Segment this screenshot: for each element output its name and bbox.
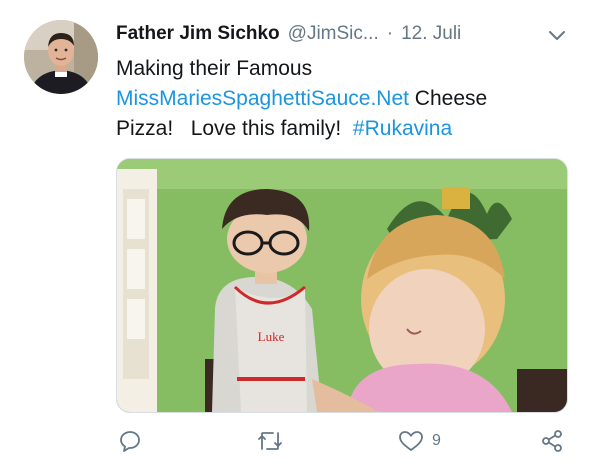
tweet-actions: 9 [116,426,568,456]
tweet-text-pizza: Pizza! Love this family! [116,117,353,140]
heart-icon [398,429,424,453]
share-button[interactable] [540,426,564,456]
tweet-header: Father Jim Sichko @JimSic... · 12. Juli [116,20,568,48]
share-icon [540,429,564,453]
tweet-text-line-2: MissMariesSpaghettiSauce.Net Cheese [116,84,568,114]
apron-label: Luke [258,329,285,344]
tweet-text-line-1: Making their Famous [116,57,313,80]
retweet-button[interactable] [256,426,284,456]
author-name[interactable]: Father Jim Sichko [116,23,280,45]
tweet-text-line-3: Pizza! Love this family! #Rukavina [116,114,568,144]
tweet-text-after-link: Cheese [408,87,488,110]
like-button[interactable]: 9 [398,426,441,456]
reply-button[interactable] [118,426,142,456]
separator-dot: · [386,23,394,44]
hashtag-link[interactable]: #Rukavina [353,117,452,140]
like-count: 9 [432,432,441,449]
chevron-down-icon[interactable] [546,24,568,46]
author-handle[interactable]: @JimSic... [288,23,379,45]
retweet-icon [256,429,284,453]
tweet-text: Making their Famous MissMariesSpaghettiS… [116,54,568,144]
tweet-card[interactable]: Father Jim Sichko @JimSic... · 12. Juli … [0,0,591,470]
tweet-date[interactable]: 12. Juli [401,23,461,45]
tweet-photo[interactable]: Luke [116,158,568,413]
avatar[interactable] [24,20,98,94]
reply-icon [118,429,142,453]
website-link[interactable]: MissMariesSpaghettiSauce.Net [116,87,409,110]
